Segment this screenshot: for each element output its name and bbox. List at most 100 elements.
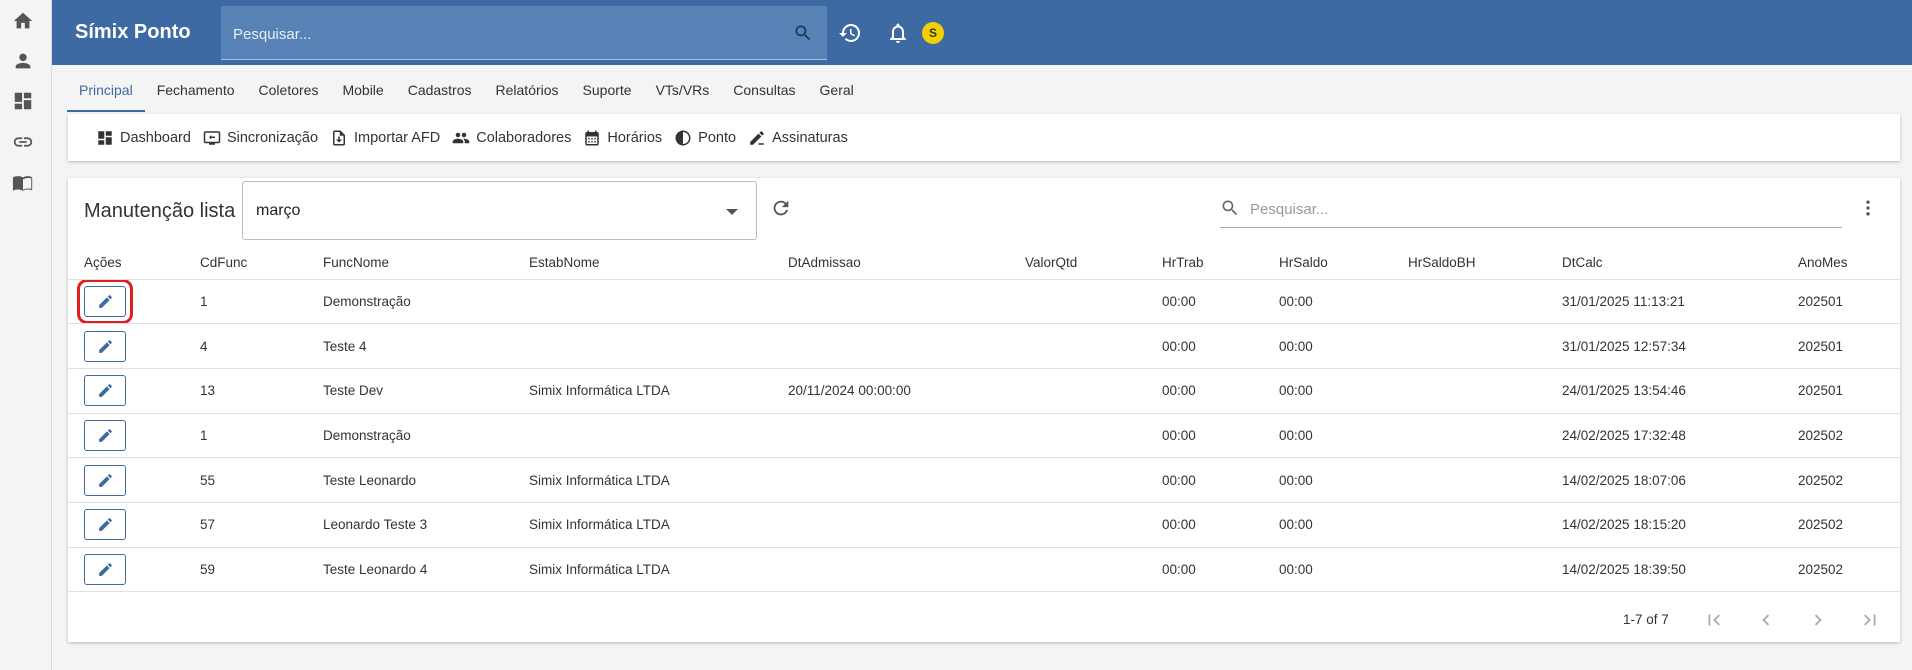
table-cell: 202502 [1782,413,1900,459]
tab-geral[interactable]: Geral [808,72,866,112]
month-select[interactable]: março [242,181,757,240]
table-cell [1009,279,1146,325]
notification-bell-icon[interactable] [886,21,910,45]
col-header[interactable]: EstabNome [513,246,772,280]
refresh-icon[interactable] [770,197,792,219]
last-page-icon[interactable] [1859,609,1881,631]
tab-consultas[interactable]: Consultas [721,72,807,112]
page-title: Manutenção lista [84,200,236,222]
pencil-icon [98,339,112,353]
table-row: 13 Teste Dev Simix Informática LTDA 20/11/2… [68,368,1900,414]
table-cell [513,323,772,369]
horarios-button[interactable]: Horários [583,129,662,147]
edit-button[interactable] [84,509,126,541]
colaboradores-label: Colaboradores [476,129,572,146]
pencil-icon [98,294,112,308]
edit-button[interactable] [84,419,126,451]
table-row: 1 Demonstração 00:00 00:00 24/02/2025 17:32:… [68,413,1900,459]
table-cell: Demonstração [307,413,513,459]
tab-mobile[interactable]: Mobile [330,72,395,112]
table-header-row: Ações CdFunc FuncNome EstabNome DtAdmiss… [68,246,1900,280]
global-search-input[interactable] [233,22,773,46]
tab-principal[interactable]: Principal [67,72,145,112]
table-row: 1 Demonstração 00:00 00:00 31/01/2025 11:13:… [68,279,1900,325]
table-cell: 00:00 [1146,413,1263,459]
table-cell: 202502 [1782,457,1900,503]
col-header[interactable]: CdFunc [184,246,307,280]
table-cell: 202501 [1782,368,1900,414]
first-page-icon[interactable] [1703,609,1725,631]
actions-cell [68,413,184,459]
table-cell: 00:00 [1146,457,1263,503]
table-cell [1392,413,1546,459]
dashboard-icon[interactable] [12,90,34,112]
table-cell [1009,457,1146,503]
col-header[interactable]: FuncNome [307,246,513,280]
left-rail [0,0,52,670]
actions-cell [68,457,184,503]
assinaturas-button[interactable]: Assinaturas [748,129,848,147]
importar-afd-button[interactable]: Importar AFD [330,129,440,147]
person-icon[interactable] [12,50,34,72]
table-cell [1392,323,1546,369]
tab-vts-vrs[interactable]: VTs/VRs [644,72,722,112]
search-icon[interactable] [793,23,813,43]
table-cell: 1 [184,279,307,325]
edit-button[interactable] [77,279,133,323]
table-cell: Simix Informática LTDA [513,547,772,593]
colaboradores-button[interactable]: Colaboradores [452,129,571,147]
app-title: Símix Ponto [75,21,191,43]
home-icon[interactable] [12,10,34,32]
edit-button[interactable] [84,330,126,362]
col-header[interactable]: DtCalc [1546,246,1782,280]
tab-relatorios[interactable]: Relatórios [484,72,571,112]
avatar[interactable]: S [922,22,944,44]
table-cell: 55 [184,457,307,503]
sync-screen-icon [203,130,221,145]
next-page-icon[interactable] [1807,609,1829,631]
tab-fechamento[interactable]: Fechamento [145,72,247,112]
actions-cell [68,279,184,325]
col-header[interactable]: HrSaldoBH [1392,246,1546,280]
col-header[interactable]: HrTrab [1146,246,1263,280]
more-vert-icon[interactable] [1858,197,1878,219]
col-header: Ações [68,246,184,280]
table-cell: 14/02/2025 18:39:50 [1546,547,1782,593]
col-header[interactable]: ValorQtd [1009,246,1146,280]
table-cell: 31/01/2025 12:57:34 [1546,323,1782,369]
edit-button[interactable] [84,464,126,496]
table-search[interactable] [1220,188,1842,228]
actions-cell [68,323,184,369]
col-header[interactable]: DtAdmissao [772,246,1009,280]
tab-coletores[interactable]: Coletores [247,72,331,112]
col-header[interactable]: HrSaldo [1263,246,1392,280]
table-cell: 00:00 [1146,279,1263,325]
prev-page-icon[interactable] [1755,609,1777,631]
table-cell: 00:00 [1263,279,1392,325]
book-icon[interactable] [12,172,34,194]
table-cell: Simix Informática LTDA [513,368,772,414]
table-cell: 20/11/2024 00:00:00 [772,368,1009,414]
dashboard-button[interactable]: Dashboard [96,129,191,147]
pencil-icon [98,384,112,398]
table-search-input[interactable] [1250,198,1830,220]
edit-button[interactable] [84,375,126,407]
actions-cell [68,502,184,548]
sub-toolbar: Dashboard Sincronização Importar AFD Col… [68,114,1900,161]
horarios-label: Horários [607,129,663,146]
col-header[interactable]: AnoMes [1782,246,1900,280]
link-icon[interactable] [12,131,34,153]
edit-button[interactable] [84,553,126,585]
data-table: Ações CdFunc FuncNome EstabNome DtAdmiss… [68,246,1900,593]
table-cell [772,502,1009,548]
table-cell: 24/01/2025 13:54:46 [1546,368,1782,414]
tab-suporte[interactable]: Suporte [571,72,644,112]
history-icon[interactable] [838,21,862,45]
table-cell [1009,547,1146,593]
tab-cadastros[interactable]: Cadastros [396,72,484,112]
ponto-button[interactable]: Ponto [674,129,736,147]
contrast-clock-icon [675,130,691,145]
global-search[interactable] [221,6,827,60]
pagination-range: 1-7 of 7 [1623,612,1669,627]
sincronizacao-button[interactable]: Sincronização [203,129,318,147]
